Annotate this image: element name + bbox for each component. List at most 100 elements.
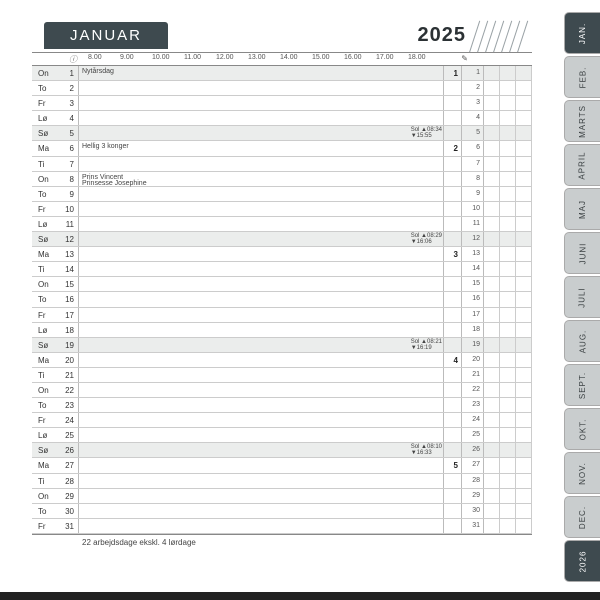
month-tab[interactable]: SEPT. <box>564 364 600 406</box>
day-number: 7 <box>60 160 74 169</box>
month-tab[interactable]: OKT. <box>564 408 600 450</box>
ordinal-day: 3 <box>462 99 480 106</box>
day-row: Ti77 <box>32 157 532 172</box>
month-tab[interactable]: JULI <box>564 276 600 318</box>
day-of-week: To <box>38 84 58 93</box>
day-row: Lø1111 <box>32 217 532 232</box>
day-number: 15 <box>60 280 74 289</box>
time-label: 11.00 <box>184 54 201 61</box>
day-row: To1616 <box>32 292 532 307</box>
day-of-week: To <box>38 401 58 410</box>
day-row: Lø44 <box>32 111 532 126</box>
month-tab[interactable]: NOV. <box>564 452 600 494</box>
ordinal-day: 10 <box>462 205 480 212</box>
ordinal-day: 13 <box>462 250 480 257</box>
year-label: 2025 <box>418 24 467 47</box>
ordinal-day: 24 <box>462 416 480 423</box>
day-number: 3 <box>60 99 74 108</box>
tab-label: OKT. <box>578 418 587 440</box>
day-of-week: Lø <box>38 431 58 440</box>
time-label: 15.00 <box>312 54 330 61</box>
time-label: 13.00 <box>248 54 266 61</box>
day-of-week: Ma <box>38 356 58 365</box>
time-label: 9.00 <box>120 54 134 61</box>
info-icon: ⓘ <box>69 54 77 65</box>
day-of-week: Ma <box>38 144 58 153</box>
day-of-week: Sø <box>38 446 58 455</box>
week-number: 4 <box>454 356 458 365</box>
day-number: 28 <box>60 477 74 486</box>
day-row: Fr3131 <box>32 519 532 534</box>
ordinal-day: 15 <box>462 280 480 287</box>
day-number: 11 <box>60 220 74 229</box>
day-of-week: Ti <box>38 265 58 274</box>
ordinal-day: 27 <box>462 461 480 468</box>
time-scale: ⓘ ✎ 8.009.0010.0011.0012.0013.0014.0015.… <box>32 52 532 66</box>
tab-label: AUG. <box>578 329 587 353</box>
day-number: 25 <box>60 431 74 440</box>
ordinal-day: 2 <box>462 84 480 91</box>
day-row: Lø2525 <box>32 428 532 443</box>
day-number: 6 <box>60 144 74 153</box>
tab-label: MARTS <box>578 105 587 138</box>
day-row: Sø19Sol ▲08:21 ▼16:1919 <box>32 338 532 353</box>
month-tab[interactable]: JAN. <box>564 12 600 54</box>
day-of-week: Fr <box>38 416 58 425</box>
month-tab[interactable]: APRIL <box>564 144 600 186</box>
month-tab[interactable]: AUG. <box>564 320 600 362</box>
tab-label: JUNI <box>578 242 587 264</box>
ordinal-day: 6 <box>462 144 480 151</box>
day-row: On1Nytårsdag11 <box>32 66 532 81</box>
day-of-week: To <box>38 507 58 516</box>
tab-label: FEB. <box>578 66 587 88</box>
year-tab[interactable]: 2026 <box>564 540 600 582</box>
day-number: 20 <box>60 356 74 365</box>
footer-text: 22 arbejdsdage ekskl. 4 lørdage <box>32 534 532 550</box>
ordinal-day: 8 <box>462 175 480 182</box>
day-row: On8Prins Vincent Prinsesse Josephine8 <box>32 172 532 187</box>
day-number: 29 <box>60 492 74 501</box>
planner-body: JANUAR 2025 ⓘ ✎ 8.009.0010.0011.0012.001… <box>32 22 532 572</box>
time-label: 8.00 <box>88 54 102 61</box>
tab-label: DEC. <box>578 505 587 528</box>
day-row: Ma20420 <box>32 353 532 368</box>
ordinal-day: 7 <box>462 160 480 167</box>
day-row: To3030 <box>32 504 532 519</box>
day-row: On1515 <box>32 277 532 292</box>
day-row: On2929 <box>32 489 532 504</box>
month-tab[interactable]: FEB. <box>564 56 600 98</box>
day-number: 9 <box>60 190 74 199</box>
day-row: On2222 <box>32 383 532 398</box>
day-of-week: On <box>38 492 58 501</box>
day-of-week: Sø <box>38 129 58 138</box>
day-row: Fr1010 <box>32 202 532 217</box>
day-row: Fr33 <box>32 96 532 111</box>
ordinal-day: 12 <box>462 235 480 242</box>
day-row: Ti2121 <box>32 368 532 383</box>
day-row: Fr2424 <box>32 413 532 428</box>
day-row: Sø12Sol ▲08:29 ▼16:0612 <box>32 232 532 247</box>
sun-times: Sol ▲08:21 ▼16:19 <box>411 339 442 351</box>
ordinal-day: 16 <box>462 295 480 302</box>
day-number: 26 <box>60 446 74 455</box>
ordinal-day: 11 <box>462 220 480 227</box>
ordinal-day: 25 <box>462 431 480 438</box>
day-number: 30 <box>60 507 74 516</box>
month-tab[interactable]: MAJ <box>564 188 600 230</box>
ordinal-day: 18 <box>462 326 480 333</box>
month-tab[interactable]: MARTS <box>564 100 600 142</box>
ordinal-day: 9 <box>462 190 480 197</box>
day-number: 4 <box>60 114 74 123</box>
ordinal-day: 23 <box>462 401 480 408</box>
month-tab[interactable]: JUNI <box>564 232 600 274</box>
month-tab[interactable]: DEC. <box>564 496 600 538</box>
tab-label: NOV. <box>578 462 587 485</box>
day-of-week: Ma <box>38 250 58 259</box>
ordinal-day: 21 <box>462 371 480 378</box>
day-of-week: On <box>38 280 58 289</box>
day-note: Nytårsdag <box>82 69 114 76</box>
ordinal-day: 1 <box>462 69 480 76</box>
time-label: 16.00 <box>344 54 362 61</box>
bottom-bar <box>0 592 600 600</box>
day-of-week: Ti <box>38 477 58 486</box>
